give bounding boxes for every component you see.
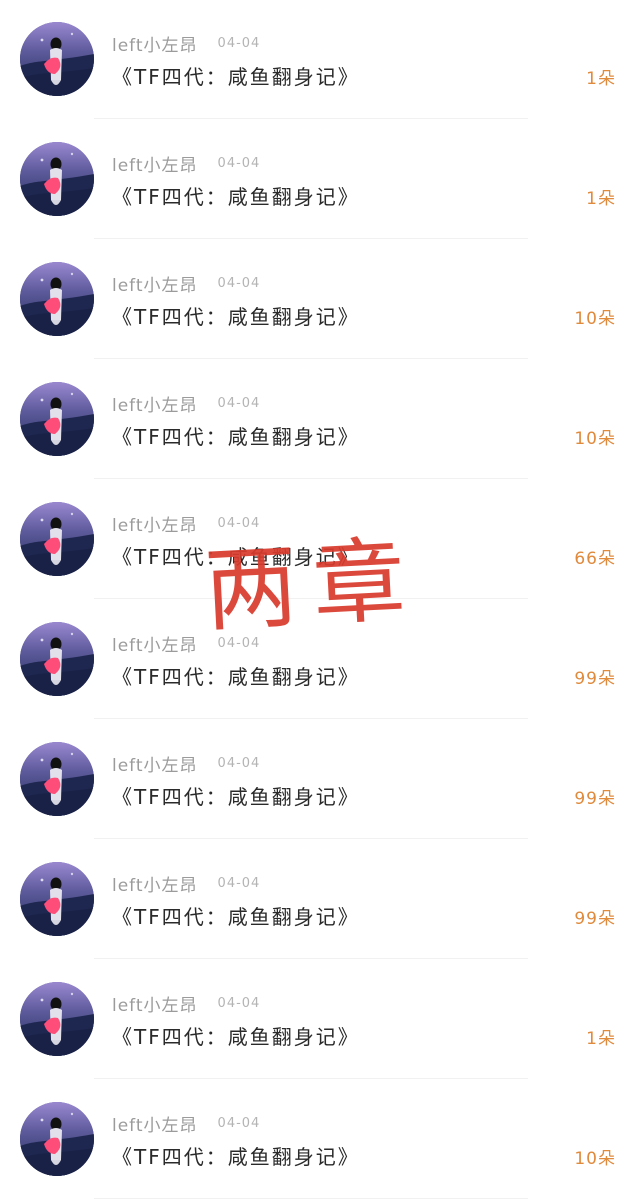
list-item[interactable]: left小左昂 04-04 《TF四代：咸鱼翻身记》 1朵: [0, 960, 640, 1080]
book-title[interactable]: 《TF四代：咸鱼翻身记》: [112, 421, 360, 450]
username[interactable]: left小左昂: [112, 871, 198, 896]
date-label: 04-04: [217, 635, 261, 651]
gift-count: 99朵: [574, 669, 616, 689]
book-title[interactable]: 《TF四代：咸鱼翻身记》: [112, 901, 360, 930]
item-meta: left小左昂 04-04: [112, 510, 260, 536]
date-label: 04-04: [217, 1115, 261, 1131]
divider: [94, 718, 528, 719]
gift-record-list: left小左昂 04-04 《TF四代：咸鱼翻身记》 1朵 left小左昂 04…: [0, 0, 640, 1199]
avatar[interactable]: [20, 262, 94, 336]
username[interactable]: left小左昂: [112, 631, 198, 656]
username[interactable]: left小左昂: [112, 511, 198, 536]
item-meta: left小左昂 04-04: [112, 990, 260, 1016]
item-meta: left小左昂 04-04: [112, 150, 260, 176]
username[interactable]: left小左昂: [112, 151, 198, 176]
date-label: 04-04: [217, 35, 261, 51]
divider: [94, 1078, 528, 1079]
username[interactable]: left小左昂: [112, 391, 198, 416]
gift-count: 99朵: [574, 909, 616, 929]
gift-count: 1朵: [586, 189, 616, 209]
username[interactable]: left小左昂: [112, 991, 198, 1016]
book-title[interactable]: 《TF四代：咸鱼翻身记》: [112, 781, 360, 810]
date-label: 04-04: [217, 875, 261, 891]
list-item[interactable]: left小左昂 04-04 《TF四代：咸鱼翻身记》 10朵: [0, 1080, 640, 1200]
book-title[interactable]: 《TF四代：咸鱼翻身记》: [112, 61, 360, 90]
divider: [94, 238, 528, 239]
book-title[interactable]: 《TF四代：咸鱼翻身记》: [112, 661, 360, 690]
item-meta: left小左昂 04-04: [112, 390, 260, 416]
date-label: 04-04: [217, 515, 261, 531]
gift-count: 1朵: [586, 69, 616, 89]
username[interactable]: left小左昂: [112, 1111, 198, 1136]
divider: [94, 598, 528, 599]
avatar[interactable]: [20, 1102, 94, 1176]
item-meta: left小左昂 04-04: [112, 750, 260, 776]
avatar[interactable]: [20, 742, 94, 816]
date-label: 04-04: [217, 755, 261, 771]
item-meta: left小左昂 04-04: [112, 1110, 260, 1136]
avatar[interactable]: [20, 862, 94, 936]
avatar[interactable]: [20, 382, 94, 456]
username[interactable]: left小左昂: [112, 271, 198, 296]
gift-count: 10朵: [574, 429, 616, 449]
item-meta: left小左昂 04-04: [112, 30, 260, 56]
gift-count: 66朵: [574, 549, 616, 569]
avatar[interactable]: [20, 622, 94, 696]
date-label: 04-04: [217, 155, 261, 171]
list-item[interactable]: left小左昂 04-04 《TF四代：咸鱼翻身记》 10朵: [0, 360, 640, 480]
date-label: 04-04: [217, 395, 261, 411]
avatar[interactable]: [20, 142, 94, 216]
gift-count: 99朵: [574, 789, 616, 809]
list-item[interactable]: left小左昂 04-04 《TF四代：咸鱼翻身记》 1朵: [0, 0, 640, 120]
book-title[interactable]: 《TF四代：咸鱼翻身记》: [112, 1141, 360, 1170]
book-title[interactable]: 《TF四代：咸鱼翻身记》: [112, 1021, 360, 1050]
divider: [94, 838, 528, 839]
gift-count: 10朵: [574, 1149, 616, 1169]
item-meta: left小左昂 04-04: [112, 270, 260, 296]
divider: [94, 358, 528, 359]
list-item[interactable]: left小左昂 04-04 《TF四代：咸鱼翻身记》 99朵: [0, 840, 640, 960]
avatar[interactable]: [20, 22, 94, 96]
divider: [94, 478, 528, 479]
list-item[interactable]: left小左昂 04-04 《TF四代：咸鱼翻身记》 66朵: [0, 480, 640, 600]
list-item[interactable]: left小左昂 04-04 《TF四代：咸鱼翻身记》 99朵: [0, 600, 640, 720]
avatar[interactable]: [20, 982, 94, 1056]
date-label: 04-04: [217, 995, 261, 1011]
book-title[interactable]: 《TF四代：咸鱼翻身记》: [112, 301, 360, 330]
date-label: 04-04: [217, 275, 261, 291]
divider: [94, 1198, 528, 1199]
book-title[interactable]: 《TF四代：咸鱼翻身记》: [112, 541, 360, 570]
item-meta: left小左昂 04-04: [112, 870, 260, 896]
avatar[interactable]: [20, 502, 94, 576]
divider: [94, 118, 528, 119]
username[interactable]: left小左昂: [112, 31, 198, 56]
list-item[interactable]: left小左昂 04-04 《TF四代：咸鱼翻身记》 10朵: [0, 240, 640, 360]
username[interactable]: left小左昂: [112, 751, 198, 776]
divider: [94, 958, 528, 959]
gift-count: 10朵: [574, 309, 616, 329]
book-title[interactable]: 《TF四代：咸鱼翻身记》: [112, 181, 360, 210]
list-item[interactable]: left小左昂 04-04 《TF四代：咸鱼翻身记》 1朵: [0, 120, 640, 240]
list-item[interactable]: left小左昂 04-04 《TF四代：咸鱼翻身记》 99朵: [0, 720, 640, 840]
item-meta: left小左昂 04-04: [112, 630, 260, 656]
gift-count: 1朵: [586, 1029, 616, 1049]
